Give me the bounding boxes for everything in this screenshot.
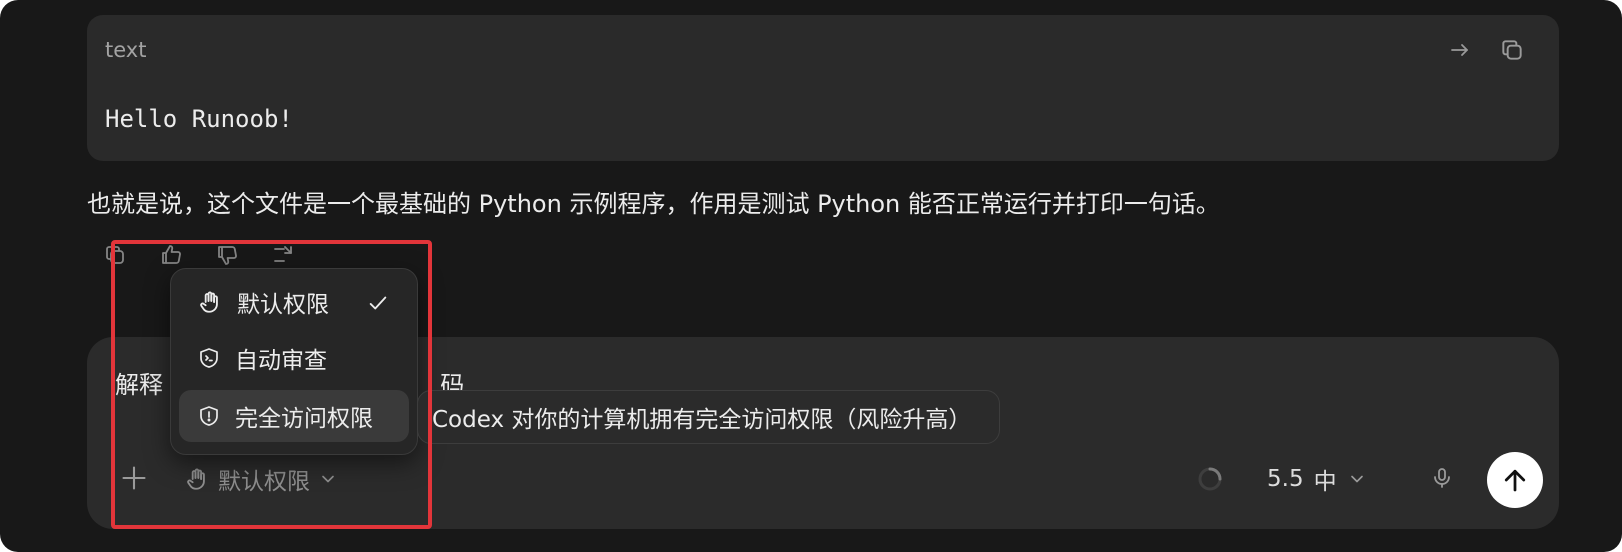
- code-content: Hello Runoob!: [105, 105, 293, 133]
- add-attachment-button[interactable]: [117, 461, 151, 495]
- send-button[interactable]: [1487, 452, 1543, 508]
- permission-option-full-access[interactable]: 完全访问权限: [179, 390, 409, 442]
- loading-spinner-icon: [1197, 466, 1223, 492]
- permission-menu: 默认权限 自动审查 完全访问权限: [170, 268, 418, 455]
- thumbs-down-icon[interactable]: [212, 240, 242, 270]
- permission-option-label: 默认权限: [237, 292, 329, 318]
- microphone-button[interactable]: [1425, 461, 1459, 495]
- permission-option-label: 自动审查: [235, 348, 327, 374]
- hand-icon: [200, 291, 218, 313]
- thumbs-up-icon[interactable]: [156, 240, 186, 270]
- assistant-message-text: 也就是说，这个文件是一个最基础的 Python 示例程序，作用是测试 Pytho…: [87, 190, 1220, 218]
- permission-option-default[interactable]: 默认权限: [179, 276, 409, 328]
- microphone-icon: [1434, 468, 1450, 488]
- copy-icon[interactable]: [1497, 35, 1527, 65]
- chevron-down-icon: [1350, 475, 1363, 483]
- code-block: text Hello Runoob!: [87, 15, 1559, 161]
- branch-icon[interactable]: [268, 240, 298, 270]
- model-version-label: 5.5: [1267, 466, 1304, 492]
- permission-selector-label: 默认权限: [218, 469, 310, 495]
- hand-icon: [187, 468, 205, 490]
- shield-terminal-icon: [200, 348, 218, 368]
- code-block-actions: [1445, 35, 1527, 65]
- shield-alert-icon: [200, 406, 218, 426]
- model-selector-button[interactable]: 5.5 中: [1267, 459, 1367, 499]
- message-actions: [100, 240, 298, 270]
- full-access-tooltip: Codex 对你的计算机拥有完全访问权限（风险升高）: [417, 390, 1001, 444]
- copy-message-icon[interactable]: [100, 240, 130, 270]
- permission-selector-button[interactable]: 默认权限: [184, 459, 338, 499]
- chevron-down-icon: [322, 475, 334, 483]
- model-effort-label: 中: [1313, 469, 1337, 495]
- code-language-label: text: [105, 38, 147, 62]
- wrap-icon[interactable]: [1445, 35, 1475, 65]
- permission-option-auto-review[interactable]: 自动审查: [179, 332, 409, 384]
- app-window: text Hello Runoob! 也就是说，这个文件是一个最基础的 Pyth…: [0, 0, 1622, 552]
- permission-option-label: 完全访问权限: [235, 406, 373, 432]
- arrow-up-icon: [1504, 469, 1526, 492]
- composer-input-text: 解释: [115, 371, 163, 399]
- check-icon: [369, 296, 387, 310]
- composer-toolbar: 默认权限 5.5 中: [87, 452, 1559, 508]
